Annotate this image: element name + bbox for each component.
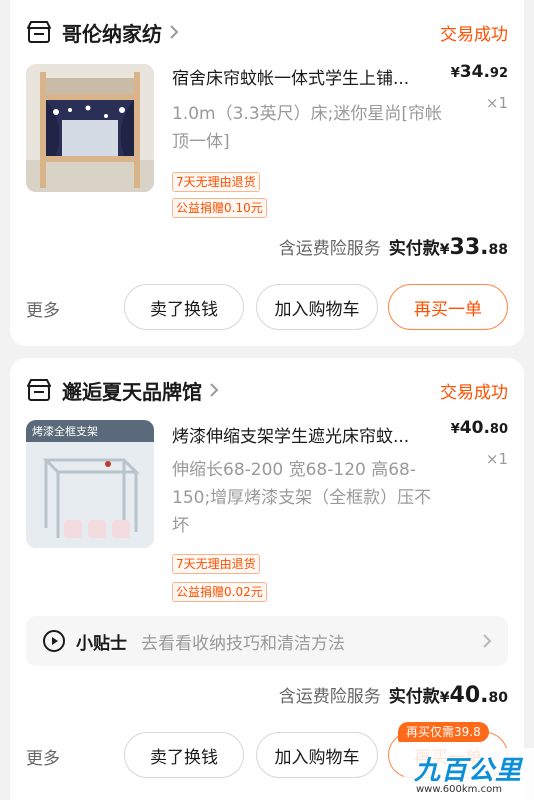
- resell-button[interactable]: 卖了换钱: [124, 732, 244, 778]
- paid-currency: ¥: [439, 690, 450, 706]
- product-spec: 1.0m（3.3英尺）床;迷你星尚[帘帐顶一体]: [172, 104, 442, 152]
- repurchase-price-badge: 再买仅需39.8: [398, 722, 489, 742]
- paid-label: 实付款: [388, 687, 440, 707]
- shop-icon: [27, 21, 51, 43]
- product-spec: 伸缩长68-200 宽68-120 高68-150;增厚烤漆支架（全框款）压不坏: [172, 460, 432, 536]
- bunk-bed-image: [26, 64, 154, 192]
- insurance-label: 含运费险服务: [278, 687, 381, 707]
- watermark-logo: 九百公里: [414, 756, 523, 786]
- price-decimal: 80: [489, 422, 508, 437]
- shop-name: 邂逅夏天品牌馆: [62, 379, 202, 404]
- return-policy-tag: 7天无理由退货: [172, 172, 260, 192]
- chevron-right-icon: [483, 634, 492, 648]
- product-thumbnail[interactable]: [26, 64, 154, 192]
- shop-name: 哥伦纳家纺: [62, 21, 162, 46]
- shop-link[interactable]: 哥伦纳家纺: [26, 16, 180, 48]
- charity-tag: 公益捐赠0.02元: [172, 582, 267, 602]
- paid-decimal: 88: [488, 242, 508, 258]
- paid-amount: ¥40.80: [440, 683, 508, 708]
- order-total: 含运费险服务 实付款 ¥33.88: [279, 234, 508, 260]
- paid-label: 实付款: [388, 239, 440, 259]
- paid-decimal: 80: [488, 690, 508, 706]
- tips-banner[interactable]: 小贴士 去看看收纳技巧和清洁方法: [26, 616, 508, 666]
- product-thumbnail[interactable]: 烤漆全框支架: [26, 420, 154, 548]
- paid-amount: ¥33.88: [440, 235, 508, 260]
- price-currency: ¥: [450, 422, 460, 437]
- buy-again-button[interactable]: 再买一单: [388, 284, 508, 330]
- product-title[interactable]: 宿舍床帘蚊帐一体式学生上铺...: [172, 64, 452, 89]
- product-quantity: ×1: [485, 450, 508, 468]
- resell-button[interactable]: 卖了换钱: [124, 284, 244, 330]
- more-button[interactable]: 更多: [26, 296, 60, 321]
- charity-tag: 公益捐赠0.10元: [172, 198, 267, 218]
- add-to-cart-button[interactable]: 加入购物车: [256, 284, 378, 330]
- more-button[interactable]: 更多: [26, 744, 60, 769]
- paid-integer: 33.: [449, 235, 489, 260]
- insurance-label: 含运费险服务: [278, 239, 381, 259]
- order-total: 含运费险服务 实付款 ¥40.80: [279, 682, 508, 708]
- order-card[interactable]: 哥伦纳家纺 交易成功 宿舍床帘蚊帐一体式学生上铺... 1.0m（3.3英尺）床…: [10, 0, 524, 346]
- return-policy-tag: 7天无理由退货: [172, 554, 260, 574]
- play-circle-icon: [43, 630, 65, 652]
- order-status: 交易成功: [440, 383, 508, 403]
- shop-icon: [27, 379, 51, 401]
- chevron-right-icon: [210, 383, 219, 397]
- paid-currency: ¥: [439, 242, 450, 258]
- price-integer: 34.: [459, 62, 490, 82]
- order-status: 交易成功: [440, 25, 508, 45]
- product-quantity: ×1: [485, 94, 508, 112]
- site-watermark: 九百公里 www.600km.com: [404, 748, 534, 800]
- product-title[interactable]: 烤漆伸缩支架学生遮光床帘蚊...: [172, 422, 452, 447]
- product-price: ¥34.92: [451, 62, 508, 82]
- bed-frame-image: 烤漆全框支架: [26, 420, 154, 548]
- shop-link[interactable]: 邂逅夏天品牌馆: [26, 374, 220, 406]
- price-decimal: 92: [489, 66, 508, 81]
- thumb-caption: 烤漆全框支架: [32, 424, 98, 438]
- chevron-right-icon: [170, 25, 179, 39]
- paid-integer: 40.: [449, 683, 489, 708]
- tips-label: 小贴士: [76, 633, 127, 654]
- price-currency: ¥: [450, 66, 460, 81]
- price-integer: 40.: [459, 418, 490, 438]
- watermark-url: www.600km.com: [416, 784, 502, 795]
- product-price: ¥40.80: [451, 418, 508, 438]
- order-card[interactable]: 邂逅夏天品牌馆 交易成功 烤漆全框支架 烤漆伸缩支架学生遮光床帘蚊... 伸缩长…: [10, 358, 524, 800]
- add-to-cart-button[interactable]: 加入购物车: [256, 732, 378, 778]
- tips-text: 去看看收纳技巧和清洁方法: [141, 633, 345, 654]
